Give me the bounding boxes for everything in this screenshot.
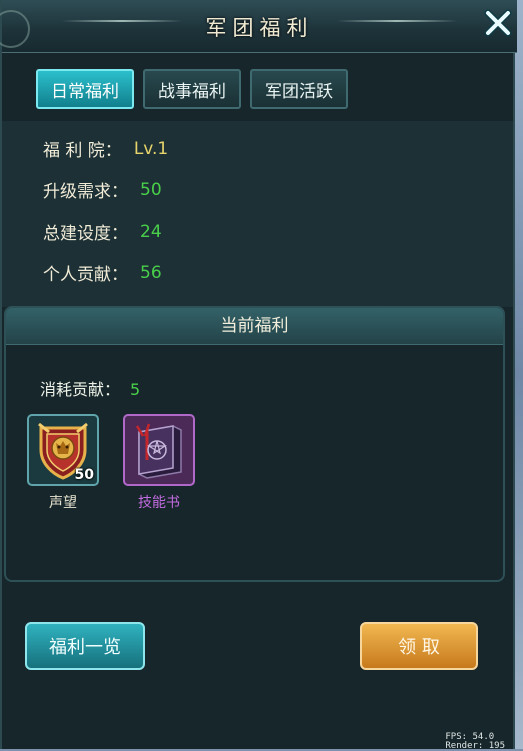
close-button[interactable] <box>483 8 513 38</box>
cost-row: 消耗贡献： 5 <box>40 376 140 400</box>
skill-book-icon <box>135 423 182 479</box>
upgrade-requirement-label: 升级需求： <box>43 182 128 202</box>
personal-contribution-row: 个人贡献： 56 <box>43 260 162 286</box>
tab-war-welfare[interactable]: 战事福利 <box>143 69 241 109</box>
cost-label: 消耗贡献： <box>40 380 121 399</box>
window-title: 军团福利 <box>205 16 314 40</box>
welfare-hall-row: 福 利 院： Lv.1 <box>43 136 169 162</box>
total-construction-label: 总建设度： <box>43 224 128 244</box>
personal-contribution-value: 56 <box>140 262 162 283</box>
current-welfare-header: 当前福利 <box>6 308 503 345</box>
title-bar: 军团福利 <box>0 0 517 53</box>
reward-item-prestige[interactable]: 50 <box>27 414 99 486</box>
guild-welfare-panel: 军团福利 日常福利 战事福利 军团活跃 福 利 院： Lv.1 升级需求： 50… <box>0 0 517 751</box>
tab-guild-activity[interactable]: 军团活跃 <box>250 69 348 109</box>
cost-value: 5 <box>130 380 141 399</box>
welfare-hall-label: 福 利 院： <box>43 141 122 161</box>
title-ornament-right <box>337 20 457 22</box>
close-icon <box>484 9 512 37</box>
debug-fps-overlay: FPS: 54.0 Render: 195 <box>445 733 505 751</box>
render-text: Render: 195 <box>445 741 505 751</box>
welfare-overview-button[interactable]: 福利一览 <box>25 622 145 670</box>
total-construction-row: 总建设度： 24 <box>43 219 162 245</box>
tab-bar: 日常福利 战事福利 军团活跃 <box>36 69 348 109</box>
claim-button[interactable]: 领 取 <box>360 622 478 670</box>
reward-name-prestige: 声望 <box>49 495 77 511</box>
upgrade-requirement-value: 50 <box>140 179 162 200</box>
personal-contribution-label: 个人贡献： <box>43 265 128 285</box>
welfare-hall-level: Lv.1 <box>133 138 169 159</box>
total-construction-value: 24 <box>140 221 162 242</box>
reward-item-skill-book[interactable] <box>123 414 195 486</box>
tab-daily-welfare[interactable]: 日常福利 <box>36 69 134 109</box>
item-quantity: 50 <box>74 467 94 483</box>
upgrade-requirement-row: 升级需求： 50 <box>43 177 162 203</box>
reward-name-skill-book: 技能书 <box>138 495 180 511</box>
